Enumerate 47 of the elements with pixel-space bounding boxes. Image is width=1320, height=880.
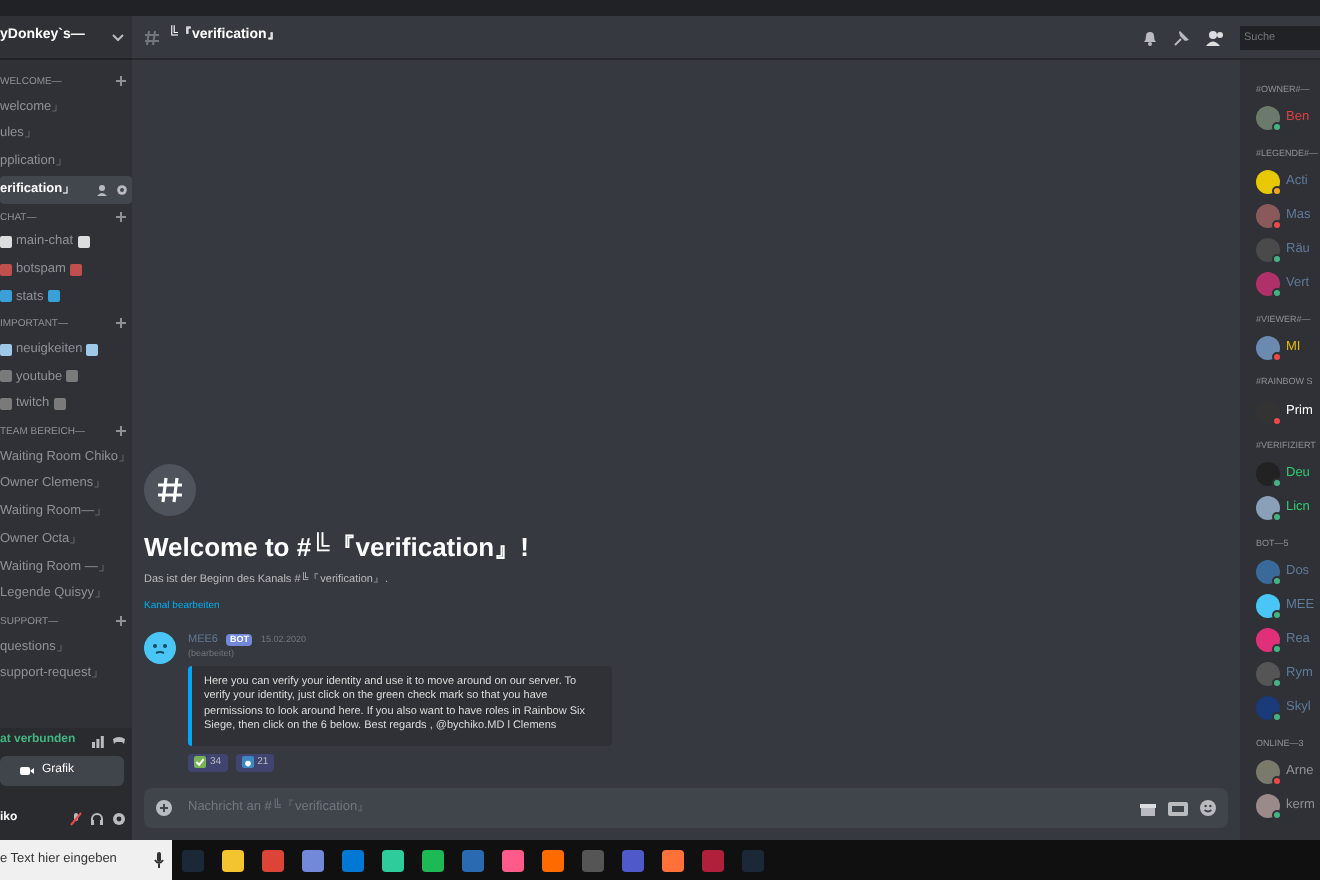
bot-avatar-icon xyxy=(144,631,176,664)
member-avatar xyxy=(1256,399,1280,423)
app-icon[interactable] xyxy=(541,849,563,871)
welcome-title: Welcome to #╚『verification』! xyxy=(144,529,531,566)
member-avatar xyxy=(1256,759,1280,784)
add-member-icon[interactable] xyxy=(96,183,108,196)
muted-mic-icon[interactable] xyxy=(70,811,82,825)
plus-icon[interactable] xyxy=(116,211,126,221)
bell-icon[interactable] xyxy=(1142,29,1158,45)
app-icon[interactable] xyxy=(421,849,443,871)
member-avatar xyxy=(1256,696,1280,720)
plus-icon[interactable] xyxy=(116,76,126,86)
member-avatar xyxy=(1256,594,1280,618)
member-avatar xyxy=(1256,335,1280,360)
pin-icon[interactable] xyxy=(1174,29,1190,45)
gift-icon[interactable] xyxy=(1140,800,1156,816)
member-avatar xyxy=(1256,272,1280,296)
member-avatar xyxy=(1256,496,1280,521)
plus-icon[interactable] xyxy=(116,426,126,436)
camera-icon xyxy=(20,766,34,776)
member-avatar xyxy=(1256,662,1280,686)
plus-icon[interactable] xyxy=(116,318,126,329)
member-avatar xyxy=(1256,204,1280,228)
member-avatar xyxy=(1256,560,1280,584)
member-avatar xyxy=(1256,170,1280,194)
member-avatar xyxy=(1256,628,1280,652)
members-icon[interactable] xyxy=(1206,29,1224,45)
add-icon[interactable] xyxy=(156,800,172,816)
app-icon[interactable] xyxy=(661,849,683,871)
member-avatar xyxy=(1256,238,1280,262)
member-avatar xyxy=(1256,106,1280,131)
app-icon[interactable] xyxy=(301,849,323,871)
member-avatar xyxy=(1256,462,1280,487)
hashtag-icon xyxy=(156,475,184,504)
app-icon[interactable] xyxy=(221,849,243,871)
microphone-icon xyxy=(154,852,164,868)
hashtag-icon xyxy=(144,29,160,45)
settings-icon[interactable] xyxy=(116,183,128,196)
member-avatar xyxy=(1256,793,1280,818)
headphones-icon[interactable] xyxy=(90,811,104,825)
app-icon[interactable] xyxy=(501,849,523,871)
chevron-icon xyxy=(112,33,124,41)
check-icon xyxy=(194,756,206,769)
app-icon[interactable] xyxy=(381,849,403,871)
plus-icon[interactable] xyxy=(116,616,126,626)
settings-icon[interactable] xyxy=(112,811,126,825)
signal-icon[interactable] xyxy=(92,735,104,747)
